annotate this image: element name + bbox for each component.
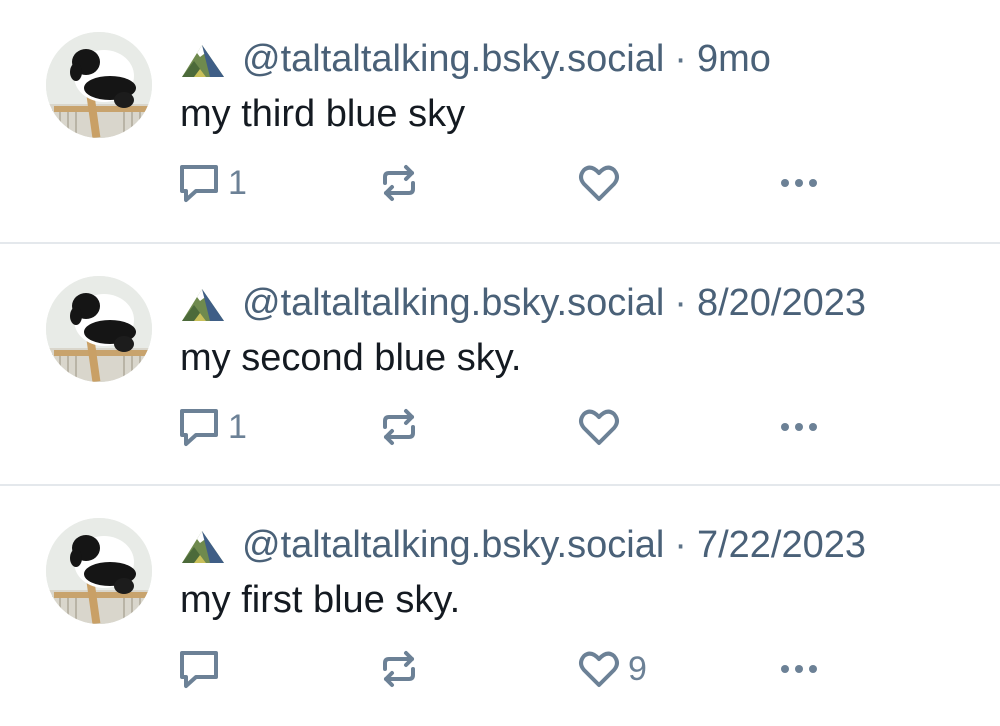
heart-icon xyxy=(579,651,619,687)
post-header: @taltaltalking.bsky.social · 7/22/2023 xyxy=(180,522,866,568)
post-timestamp[interactable]: 9mo xyxy=(697,38,771,81)
post-header: @taltaltalking.bsky.social · 8/20/2023 xyxy=(180,280,866,326)
heart-icon xyxy=(579,409,619,445)
meta-separator: · xyxy=(674,523,687,566)
reply-bubble-icon xyxy=(180,651,218,688)
heart-icon xyxy=(579,165,619,201)
post-text: my third blue sky xyxy=(180,93,466,135)
more-options-button[interactable] xyxy=(776,160,822,206)
panda-avatar-image xyxy=(46,32,152,138)
post-item[interactable]: @taltaltalking.bsky.social · 7/22/2023 m… xyxy=(0,484,1000,726)
mountain-emoji-icon xyxy=(182,531,224,563)
avatar[interactable] xyxy=(46,276,152,382)
repost-arrows-icon xyxy=(383,165,415,201)
like-count: 9 xyxy=(628,649,647,688)
post-feed: @taltaltalking.bsky.social · 9mo my thir… xyxy=(0,0,1000,722)
repost-button[interactable] xyxy=(376,646,428,692)
more-options-button[interactable] xyxy=(776,404,822,450)
post-item[interactable]: @taltaltalking.bsky.social · 9mo my thir… xyxy=(0,0,1000,242)
panda-avatar-image xyxy=(46,518,152,624)
post-text: my second blue sky. xyxy=(180,337,522,379)
reply-button[interactable]: 1 xyxy=(176,160,247,206)
avatar[interactable] xyxy=(46,518,152,624)
panda-avatar-image xyxy=(46,276,152,382)
mountain-emoji-icon xyxy=(182,289,224,321)
reply-button[interactable]: 1 xyxy=(176,404,247,450)
author-handle[interactable]: @taltaltalking.bsky.social xyxy=(242,38,664,81)
repost-button[interactable] xyxy=(376,404,428,450)
post-actions: 9 xyxy=(176,646,856,692)
post-actions: 1 xyxy=(176,404,856,450)
author-handle[interactable]: @taltaltalking.bsky.social xyxy=(242,282,664,325)
repost-arrows-icon xyxy=(383,409,415,445)
like-button[interactable] xyxy=(576,160,628,206)
post-header: @taltaltalking.bsky.social · 9mo xyxy=(180,36,771,82)
mountain-emoji-icon xyxy=(182,45,224,77)
meta-separator: · xyxy=(674,37,687,80)
reply-button[interactable] xyxy=(176,646,228,692)
post-item[interactable]: @taltaltalking.bsky.social · 8/20/2023 m… xyxy=(0,242,1000,484)
reply-bubble-icon xyxy=(180,409,218,446)
post-timestamp[interactable]: 8/20/2023 xyxy=(697,282,866,325)
reply-bubble-icon xyxy=(180,165,218,202)
like-button[interactable] xyxy=(576,404,628,450)
more-options-button[interactable] xyxy=(776,646,822,692)
meta-separator: · xyxy=(674,281,687,324)
repost-button[interactable] xyxy=(376,160,428,206)
reply-count: 1 xyxy=(228,407,247,446)
more-dots-icon xyxy=(781,179,817,187)
more-dots-icon xyxy=(781,665,817,673)
repost-arrows-icon xyxy=(383,651,415,687)
post-timestamp[interactable]: 7/22/2023 xyxy=(697,524,866,567)
avatar[interactable] xyxy=(46,32,152,138)
like-button[interactable]: 9 xyxy=(576,646,647,692)
author-handle[interactable]: @taltaltalking.bsky.social xyxy=(242,524,664,567)
post-text: my first blue sky. xyxy=(180,579,461,621)
more-dots-icon xyxy=(781,423,817,431)
post-actions: 1 xyxy=(176,160,856,206)
reply-count: 1 xyxy=(228,163,247,202)
